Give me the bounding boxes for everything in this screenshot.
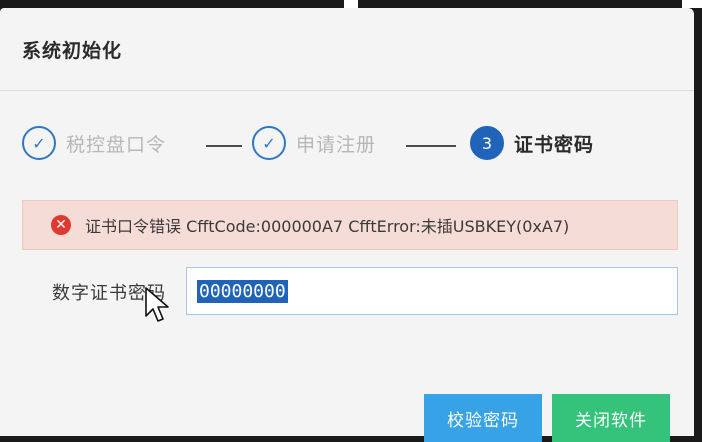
- step-tax-disk-password: ✓ 税控盘口令: [22, 126, 166, 160]
- screen-edge-marker: [344, 0, 358, 8]
- check-icon: ✓: [252, 126, 286, 160]
- step-number-badge: 3: [470, 126, 504, 160]
- error-icon: ✕: [51, 215, 71, 235]
- error-message: 证书口令错误 CfftCode:000000A7 CfftError:未插USB…: [85, 217, 570, 236]
- cert-password-input[interactable]: 00000000: [186, 267, 678, 315]
- step-label: 税控盘口令: [66, 133, 167, 156]
- verify-password-button[interactable]: 校验密码: [424, 394, 542, 442]
- dialog-title: 系统初始化: [22, 40, 123, 62]
- step-connector: [406, 145, 456, 147]
- step-cert-password: 3 证书密码: [470, 126, 594, 160]
- mouse-pointer-icon: [145, 287, 169, 322]
- step-label: 证书密码: [514, 133, 595, 156]
- close-software-button[interactable]: 关闭软件: [552, 394, 670, 442]
- step-apply-registration: ✓ 申请注册: [252, 126, 376, 160]
- step-label: 申请注册: [296, 133, 377, 156]
- step-connector: [206, 145, 242, 147]
- error-alert: ✕ 证书口令错误 CfftCode:000000A7 CfftError:未插U…: [22, 200, 678, 250]
- check-icon: ✓: [22, 126, 56, 160]
- cert-password-value: 00000000: [197, 279, 288, 303]
- title-divider: [0, 90, 694, 91]
- screen-edge-marker: [682, 0, 702, 8]
- system-init-dialog: 系统初始化 ✓ 税控盘口令 ✓ 申请注册 3 证书密码 ✕ 证书口令错误 Cff…: [0, 8, 694, 442]
